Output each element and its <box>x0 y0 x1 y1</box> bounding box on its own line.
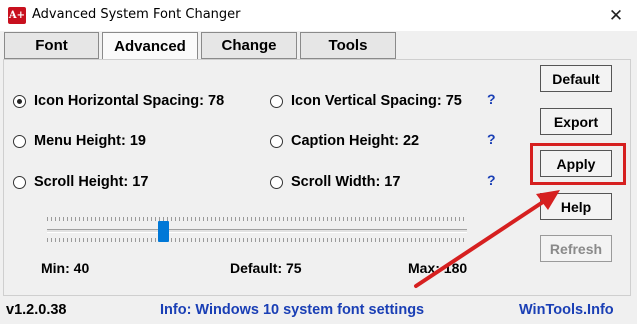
option-label: Caption Height: 22 <box>291 133 420 149</box>
option-icon-vertical-spacing[interactable]: Icon Vertical Spacing: 75 <box>270 93 462 109</box>
slider-min-label: Min: 40 <box>41 260 90 276</box>
radio-button[interactable] <box>270 94 283 108</box>
option-scroll-width[interactable]: Scroll Width: 17 <box>270 174 400 190</box>
slider-max-label: Max: 180 <box>408 260 468 276</box>
tab-advanced[interactable]: Advanced <box>102 32 198 60</box>
tab-font[interactable]: Font <box>4 32 99 59</box>
tab-tools[interactable]: Tools <box>300 32 396 59</box>
option-label: Icon Horizontal Spacing: 78 <box>34 93 225 109</box>
option-label: Icon Vertical Spacing: 75 <box>291 93 462 109</box>
help-question-icon[interactable]: ? <box>487 172 496 188</box>
help-question-icon[interactable]: ? <box>487 131 496 147</box>
option-icon-horizontal-spacing[interactable]: Icon Horizontal Spacing: 78 <box>13 93 224 109</box>
option-label: Scroll Height: 17 <box>34 174 149 190</box>
version-label: v1.2.0.38 <box>6 302 67 318</box>
export-button[interactable]: Export <box>540 108 612 135</box>
radio-button[interactable] <box>13 175 26 189</box>
option-caption-height[interactable]: Caption Height: 22 <box>270 133 419 149</box>
window-title: Advanced System Font Changer <box>32 7 241 22</box>
option-label: Menu Height: 19 <box>34 133 146 149</box>
option-label: Scroll Width: 17 <box>291 174 401 190</box>
slider-default-label: Default: 75 <box>230 260 302 276</box>
slider-thumb[interactable] <box>158 221 169 242</box>
option-scroll-height[interactable]: Scroll Height: 17 <box>13 174 148 190</box>
help-button[interactable]: Help <box>540 193 612 220</box>
radio-button[interactable] <box>270 134 283 148</box>
info-text: Info: Windows 10 system font settings <box>160 302 425 318</box>
spacing-slider-track[interactable] <box>47 229 467 233</box>
slider-ticks-top <box>47 217 467 221</box>
radio-button[interactable] <box>13 134 26 148</box>
radio-button[interactable] <box>270 175 283 189</box>
help-question-icon[interactable]: ? <box>487 91 496 107</box>
option-menu-height[interactable]: Menu Height: 19 <box>13 133 146 149</box>
default-button[interactable]: Default <box>540 65 612 92</box>
title-bar: A+ Advanced System Font Changer ✕ <box>0 0 637 31</box>
apply-highlight-box <box>530 143 626 185</box>
tab-change[interactable]: Change <box>201 32 297 59</box>
slider-ticks-bottom <box>47 238 467 242</box>
app-icon: A+ <box>8 7 26 24</box>
close-button[interactable]: ✕ <box>595 0 637 31</box>
website-link[interactable]: WinTools.Info <box>519 302 614 318</box>
radio-button[interactable] <box>13 94 26 108</box>
refresh-button[interactable]: Refresh <box>540 235 612 262</box>
